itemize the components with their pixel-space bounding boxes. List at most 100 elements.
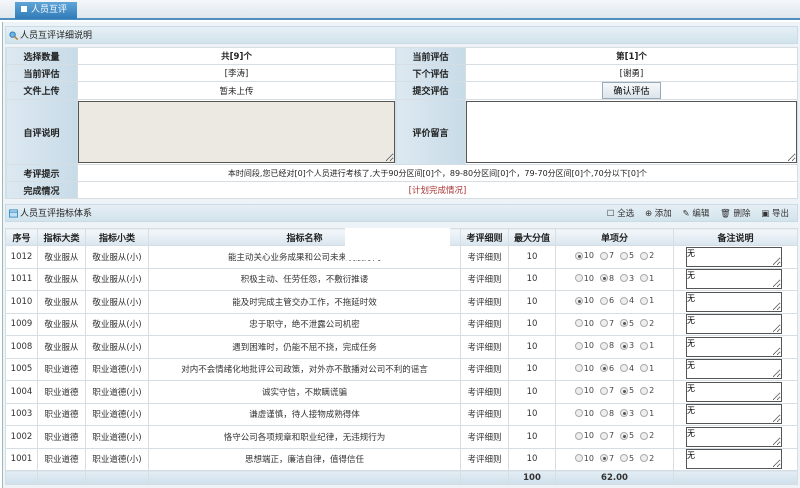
score-radio[interactable]: 5 <box>620 386 634 395</box>
note-textarea[interactable]: 无 <box>686 269 782 290</box>
radio-icon[interactable] <box>574 274 583 282</box>
score-radio[interactable]: 6 <box>599 364 614 373</box>
score-radio[interactable]: 5 <box>620 431 634 440</box>
score-radio[interactable]: 4 <box>620 364 634 373</box>
delete-button[interactable]: 🗑 删除 <box>720 209 751 219</box>
score-radio[interactable]: 10 <box>574 274 594 283</box>
note-textarea[interactable]: 无 <box>686 381 782 402</box>
radio-icon[interactable] <box>599 409 608 417</box>
radio-icon[interactable] <box>620 251 629 260</box>
tab-peer-review[interactable]: 人员互评 <box>15 2 77 19</box>
note-textarea[interactable]: 无 <box>686 246 782 267</box>
radio-icon[interactable] <box>599 386 608 395</box>
self-comment-textarea[interactable] <box>78 101 395 163</box>
radio-icon[interactable] <box>599 431 608 440</box>
plan-completion-link[interactable]: [计划完成情况] <box>77 181 798 199</box>
radio-icon[interactable] <box>620 409 629 417</box>
radio-icon[interactable] <box>640 319 649 327</box>
score-radio[interactable]: 7 <box>599 386 614 395</box>
radio-icon[interactable] <box>574 454 583 462</box>
radio-icon[interactable] <box>620 274 629 282</box>
add-button[interactable]: ⊕ 添加 <box>645 209 672 219</box>
score-radio[interactable]: 10 <box>574 296 594 305</box>
score-radio[interactable]: 1 <box>640 341 654 350</box>
score-radio[interactable]: 8 <box>599 341 614 350</box>
score-radio[interactable]: 2 <box>640 431 654 440</box>
note-textarea[interactable]: 无 <box>686 291 782 312</box>
score-radio[interactable]: 10 <box>574 251 594 260</box>
score-radio[interactable]: 10 <box>574 364 594 373</box>
score-radio[interactable]: 7 <box>599 319 614 328</box>
score-radio[interactable]: 2 <box>640 386 654 395</box>
radio-icon[interactable] <box>599 454 608 462</box>
score-radio[interactable]: 1 <box>640 274 654 283</box>
score-radio[interactable]: 5 <box>620 454 634 463</box>
radio-icon[interactable] <box>574 296 583 305</box>
radio-icon[interactable] <box>599 274 608 282</box>
confirm-evaluation-button[interactable]: 确认评估 <box>602 82 661 99</box>
note-textarea[interactable]: 无 <box>686 359 782 380</box>
radio-icon[interactable] <box>599 319 608 327</box>
radio-icon[interactable] <box>599 251 608 260</box>
radio-icon[interactable] <box>599 364 608 372</box>
note-textarea[interactable]: 无 <box>686 404 782 425</box>
radio-icon[interactable] <box>620 319 629 327</box>
radio-icon[interactable] <box>599 296 608 305</box>
radio-icon[interactable] <box>640 431 649 440</box>
score-radio[interactable]: 3 <box>620 341 634 350</box>
radio-icon[interactable] <box>574 409 583 417</box>
radio-icon[interactable] <box>574 386 583 395</box>
score-radio[interactable]: 10 <box>574 454 594 463</box>
radio-icon[interactable] <box>640 454 649 462</box>
radio-icon[interactable] <box>620 386 629 395</box>
score-radio[interactable]: 3 <box>620 409 634 418</box>
radio-icon[interactable] <box>640 251 649 260</box>
score-radio[interactable]: 1 <box>640 409 654 418</box>
radio-icon[interactable] <box>599 341 608 350</box>
radio-icon[interactable] <box>620 296 629 305</box>
review-comment-textarea[interactable] <box>466 101 797 163</box>
edit-button[interactable]: ✎ 编辑 <box>682 209 709 219</box>
score-radio[interactable]: 2 <box>640 454 654 463</box>
radio-icon[interactable] <box>574 341 583 350</box>
score-radio[interactable]: 2 <box>640 319 654 328</box>
radio-icon[interactable] <box>640 386 649 395</box>
score-radio[interactable]: 5 <box>620 319 634 328</box>
radio-icon[interactable] <box>640 409 649 417</box>
score-radio[interactable]: 8 <box>599 274 614 283</box>
export-button[interactable]: ▣ 导出 <box>761 209 789 219</box>
radio-icon[interactable] <box>620 431 629 440</box>
radio-icon[interactable] <box>640 296 649 305</box>
score-radio[interactable]: 1 <box>640 364 654 373</box>
radio-icon[interactable] <box>620 454 629 462</box>
radio-icon[interactable] <box>574 319 583 327</box>
score-radio[interactable]: 6 <box>599 296 614 305</box>
score-radio[interactable]: 7 <box>599 454 614 463</box>
score-radio[interactable]: 10 <box>574 386 594 395</box>
note-textarea[interactable]: 无 <box>686 336 782 357</box>
radio-icon[interactable] <box>640 364 649 372</box>
radio-icon[interactable] <box>574 251 583 260</box>
score-radio[interactable]: 2 <box>640 251 654 260</box>
note-textarea[interactable]: 无 <box>686 314 782 335</box>
score-radio[interactable]: 4 <box>620 296 634 305</box>
score-radio[interactable]: 5 <box>620 251 634 260</box>
score-radio[interactable]: 10 <box>574 409 594 418</box>
score-radio[interactable]: 10 <box>574 431 594 440</box>
score-radio[interactable]: 8 <box>599 409 614 418</box>
radio-icon[interactable] <box>620 364 629 372</box>
note-textarea[interactable]: 无 <box>686 449 782 470</box>
score-radio[interactable]: 3 <box>620 274 634 283</box>
radio-icon[interactable] <box>640 274 649 282</box>
radio-icon[interactable] <box>620 341 629 350</box>
score-radio[interactable]: 10 <box>574 341 594 350</box>
score-radio[interactable]: 7 <box>599 431 614 440</box>
radio-icon[interactable] <box>640 341 649 350</box>
score-radio[interactable]: 10 <box>574 319 594 328</box>
note-textarea[interactable]: 无 <box>686 426 782 447</box>
score-radio[interactable]: 1 <box>640 296 654 305</box>
score-radio[interactable]: 7 <box>599 251 614 260</box>
radio-icon[interactable] <box>574 364 583 372</box>
radio-icon[interactable] <box>574 431 583 440</box>
select-all-button[interactable]: ☐ 全选 <box>607 209 634 219</box>
